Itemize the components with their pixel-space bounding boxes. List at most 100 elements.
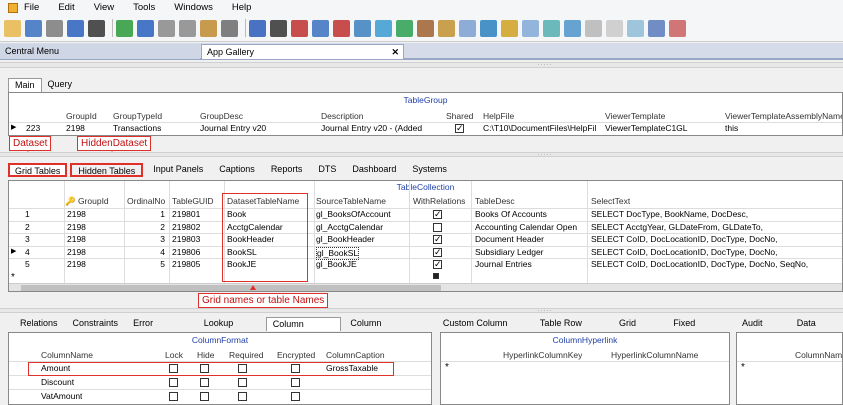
- splitter-bottom[interactable]: ·····: [0, 308, 843, 314]
- cell-tableguid[interactable]: 219805: [172, 259, 200, 270]
- row-number[interactable]: 1: [25, 209, 30, 220]
- tab-main[interactable]: Main: [8, 78, 42, 92]
- cell-selecttext[interactable]: SELECT AcctgYear, GLDateFrom, GLDateTo,: [591, 222, 841, 233]
- tab-column-format[interactable]: Column Format: [265, 317, 342, 342]
- with-relations-checkbox[interactable]: [433, 247, 442, 257]
- col-header-groupdesc[interactable]: GroupDesc: [200, 111, 243, 122]
- cell-tabledesc[interactable]: Books Of Accounts: [475, 209, 587, 220]
- tab-dts[interactable]: DTS: [312, 163, 342, 177]
- tab-dashboard[interactable]: Dashboard: [346, 163, 402, 177]
- cell-helpfile[interactable]: C:\T10\DocumentFiles\HelpFil: [483, 123, 603, 134]
- print-icon[interactable]: [46, 19, 63, 37]
- tab-captions[interactable]: Captions: [213, 163, 261, 177]
- translate-icon[interactable]: [312, 19, 329, 37]
- scrollbar-thumb[interactable]: [21, 285, 441, 291]
- tab-grid-tables[interactable]: Grid Tables: [8, 163, 68, 177]
- menu-edit[interactable]: Edit: [58, 2, 74, 13]
- tab-reports[interactable]: Reports: [265, 163, 309, 177]
- required-checkbox[interactable]: [238, 378, 247, 387]
- col-header-grouptypeid[interactable]: GroupTypeId: [113, 111, 162, 122]
- cell-selecttext[interactable]: SELECT CoID, DocLocationID, DocType, Doc…: [591, 234, 841, 245]
- encrypted-checkbox[interactable]: [291, 378, 300, 387]
- table-icon[interactable]: [221, 19, 238, 37]
- cell-ordinalno[interactable]: 1: [127, 209, 165, 220]
- cm-icon[interactable]: [291, 19, 308, 37]
- with-relations-checkbox[interactable]: [433, 222, 442, 232]
- calculator-icon[interactable]: [417, 19, 434, 37]
- key-icon[interactable]: [438, 19, 455, 37]
- horizontal-scrollbar[interactable]: [9, 283, 842, 291]
- hide-checkbox[interactable]: [200, 378, 209, 387]
- undo-icon[interactable]: [137, 19, 154, 37]
- tab-data-defi[interactable]: Data Defi: [791, 317, 840, 341]
- cell-tableguid[interactable]: 219803: [172, 234, 200, 245]
- col-header-columnname-right[interactable]: ColumnName: [795, 350, 842, 361]
- toolbar-extra-icon[interactable]: [669, 19, 686, 37]
- col-header-description[interactable]: Description: [321, 111, 364, 122]
- tab-grid-style[interactable]: Grid Style: [613, 317, 664, 341]
- cell-sourcetablename[interactable]: gl_AcctgCalendar: [316, 222, 383, 233]
- col-header-hide[interactable]: Hide: [197, 350, 214, 361]
- toolbar-extra-icon[interactable]: [627, 19, 644, 37]
- menu-file[interactable]: File: [24, 2, 39, 13]
- row-number[interactable]: 5: [25, 259, 30, 270]
- copy-icon[interactable]: [179, 19, 196, 37]
- tab-custom-column-exp[interactable]: Custom Column Exp: [437, 317, 531, 341]
- pie-chart-icon[interactable]: [375, 19, 392, 37]
- lock-checkbox[interactable]: [169, 392, 178, 401]
- col-header-columncaption[interactable]: ColumnCaption: [326, 350, 385, 361]
- cell-groupid[interactable]: 2198: [67, 259, 86, 270]
- cell-selecttext[interactable]: SELECT DocType, BookName, DocDesc,: [591, 209, 841, 220]
- new-row-checkbox[interactable]: [433, 272, 439, 279]
- cell-ordinalno[interactable]: 5: [127, 259, 165, 270]
- shared-checkbox[interactable]: [455, 123, 464, 133]
- cell-groupid[interactable]: 2198: [66, 123, 85, 134]
- cell-assembly[interactable]: this: [725, 123, 738, 134]
- lock-checkbox[interactable]: [169, 378, 178, 387]
- with-relations-checkbox[interactable]: [433, 209, 442, 219]
- tab-relations[interactable]: Relations: [14, 317, 64, 331]
- grid-icon[interactable]: [200, 19, 217, 37]
- col-header-sourcetablename[interactable]: SourceTableName: [316, 196, 386, 207]
- col-header-columnname[interactable]: ColumnName: [41, 350, 93, 361]
- toolbar-extra-icon[interactable]: [543, 19, 560, 37]
- col-header-hyperlinkcolumnname[interactable]: HyperlinkColumnName: [611, 350, 698, 361]
- cell-sourcetablename[interactable]: gl_BookHeader: [316, 234, 375, 245]
- cell-tabledesc[interactable]: Accounting Calendar Open: [475, 222, 587, 233]
- help-icon[interactable]: [249, 19, 266, 37]
- cell-selecttext[interactable]: SELECT CoID, DocLocationID, DocType, Doc…: [591, 259, 841, 270]
- col-header-viewertemplateassemblyname[interactable]: ViewerTemplateAssemblyName: [725, 111, 842, 122]
- tab-table-row-filter[interactable]: Table Row Filter: [534, 317, 610, 341]
- cell-tabledesc[interactable]: Document Header: [475, 234, 587, 245]
- toolbar-extra-icon[interactable]: [585, 19, 602, 37]
- menu-view[interactable]: View: [94, 2, 114, 13]
- with-relations-checkbox[interactable]: [433, 234, 442, 244]
- col-header-tabledesc[interactable]: TableDesc: [475, 196, 515, 207]
- col-header-tableguid[interactable]: TableGUID: [172, 196, 214, 207]
- cut-icon[interactable]: [158, 19, 175, 37]
- tab-app-gallery[interactable]: App Gallery ✕: [201, 44, 404, 59]
- cell-tabledesc[interactable]: Journal Entries: [475, 259, 587, 270]
- col-header-groupid[interactable]: 🔑 GroupId: [65, 196, 109, 207]
- tab-error-provider[interactable]: Error Provider: [127, 317, 195, 341]
- toolbar-extra-icon[interactable]: [564, 19, 581, 37]
- tab-lookup-table[interactable]: Lookup Table: [198, 317, 263, 341]
- image-icon[interactable]: [396, 19, 413, 37]
- menu-windows[interactable]: Windows: [174, 2, 213, 13]
- col-header-encrypted[interactable]: Encrypted: [277, 350, 315, 361]
- cell-tableguid[interactable]: 219802: [172, 222, 200, 233]
- col-header-groupid[interactable]: GroupId: [66, 111, 97, 122]
- cell-selecttext[interactable]: SELECT CoID, DocLocationID, DocType, Doc…: [591, 247, 841, 258]
- cell-groupid[interactable]: 2198: [67, 247, 86, 258]
- col-header-withrelations[interactable]: WithRelations: [413, 196, 465, 207]
- filter-icon[interactable]: [354, 19, 371, 37]
- tab-central-menu[interactable]: Central Menu: [0, 44, 200, 59]
- menu-help[interactable]: Help: [232, 2, 252, 13]
- col-header-selecttext[interactable]: SelectText: [591, 196, 630, 207]
- funnel-icon[interactable]: [480, 19, 497, 37]
- menu-tools[interactable]: Tools: [133, 2, 155, 13]
- col-header-required[interactable]: Required: [229, 350, 264, 361]
- tab-column-expression[interactable]: Column Expression: [344, 317, 434, 341]
- cell-ordinalno[interactable]: 4: [127, 247, 165, 258]
- splitter-top[interactable]: ·····: [0, 62, 843, 68]
